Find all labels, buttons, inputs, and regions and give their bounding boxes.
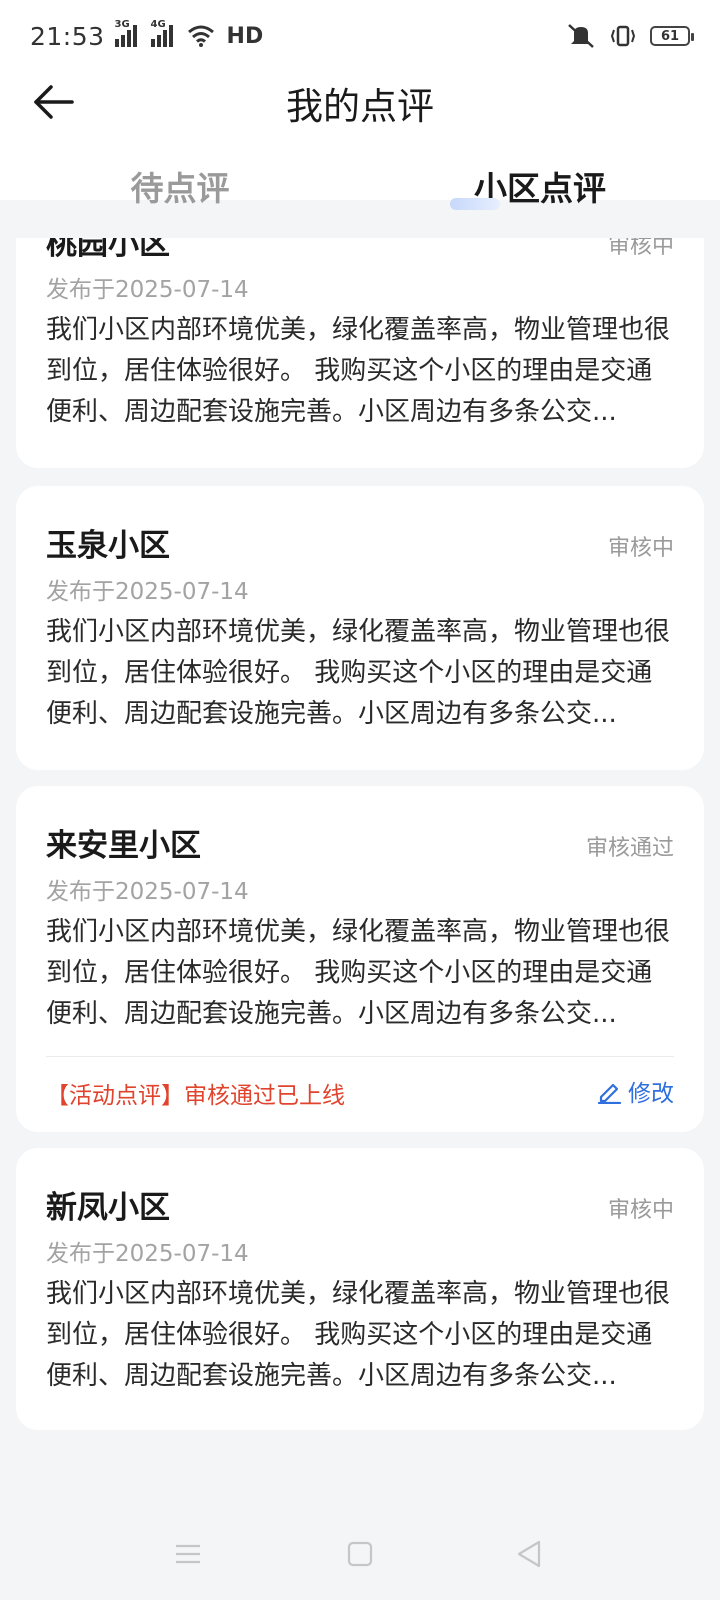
status-right: 61 (566, 23, 694, 49)
vibrate-off-icon (568, 24, 594, 48)
community-name: 桃园小区 (46, 238, 170, 262)
review-status: 审核中 (607, 238, 674, 259)
status-time: 21:53 (30, 21, 105, 51)
menu-icon[interactable] (172, 1538, 204, 1570)
review-text: 我们小区内部环境优美，绿化覆盖率高，物业管理也很到位，居住体验很好。 我购买这个… (46, 1279, 671, 1391)
publish-date: 发布于2025-07-14 (46, 277, 249, 303)
review-text: 我们小区内部环境优美，绿化覆盖率高，物业管理也很到位，居住体验很好。 我购买这个… (46, 617, 671, 729)
battery-icon: 61 (650, 26, 694, 46)
review-list[interactable]: 桃园小区 审核中 发布于2025-07-14 我们小区内部环境优美，绿化覆盖率高… (0, 238, 720, 1508)
signal-3g-icon: 3G (114, 19, 141, 47)
edit-button[interactable]: 修改 (596, 1074, 674, 1108)
system-nav-bar (0, 1508, 720, 1600)
status-bar: 21:53 3G 4G HD 61 (0, 0, 720, 72)
review-status: 审核中 (607, 1198, 674, 1223)
review-status: 审核通过 (585, 836, 674, 861)
community-name: 来安里小区 (46, 828, 201, 864)
signal-4g-icon: 4G (150, 19, 177, 47)
tab-pending-review[interactable]: 待点评 (0, 162, 360, 238)
page-title: 我的点评 (286, 85, 434, 128)
divider (46, 1056, 674, 1057)
screen: 21:53 3G 4G HD 61 我的点评 待点评 小区点评 桃园小区 审核中… (0, 0, 720, 1600)
review-card[interactable]: 玉泉小区 审核中 发布于2025-07-14 我们小区内部环境优美，绿化覆盖率高… (16, 486, 704, 770)
home-square-icon[interactable] (344, 1538, 376, 1570)
status-left: 21:53 3G 4G HD (30, 19, 264, 51)
vibrate-icon (610, 25, 636, 47)
pencil-icon (597, 1083, 622, 1104)
activity-review-note: 【活动点评】审核通过已上线 (46, 1083, 345, 1109)
community-name: 玉泉小区 (46, 528, 170, 564)
active-tab-indicator (450, 198, 500, 210)
review-status: 审核中 (607, 536, 674, 561)
review-card[interactable]: 桃园小区 审核中 发布于2025-07-14 我们小区内部环境优美，绿化覆盖率高… (16, 238, 704, 468)
tab-bar: 待点评 小区点评 (0, 162, 720, 238)
hd-indicator: HD (226, 23, 264, 49)
review-card[interactable]: 新凤小区 审核中 发布于2025-07-14 我们小区内部环境优美，绿化覆盖率高… (16, 1148, 704, 1430)
review-card[interactable]: 来安里小区 审核通过 发布于2025-07-14 我们小区内部环境优美，绿化覆盖… (16, 786, 704, 1132)
back-triangle-icon[interactable] (514, 1538, 546, 1570)
header: 我的点评 待点评 小区点评 (0, 72, 720, 208)
community-name: 新凤小区 (46, 1190, 170, 1226)
publish-date: 发布于2025-07-14 (46, 879, 249, 905)
review-text: 我们小区内部环境优美，绿化覆盖率高，物业管理也很到位，居住体验很好。 我购买这个… (46, 315, 671, 427)
publish-date: 发布于2025-07-14 (46, 1241, 249, 1267)
review-text: 我们小区内部环境优美，绿化覆盖率高，物业管理也很到位，居住体验很好。 我购买这个… (46, 917, 671, 1029)
publish-date: 发布于2025-07-14 (46, 579, 249, 605)
edit-label: 修改 (628, 1081, 674, 1107)
wifi-icon (187, 25, 214, 47)
tab-community-review[interactable]: 小区点评 (360, 162, 720, 238)
